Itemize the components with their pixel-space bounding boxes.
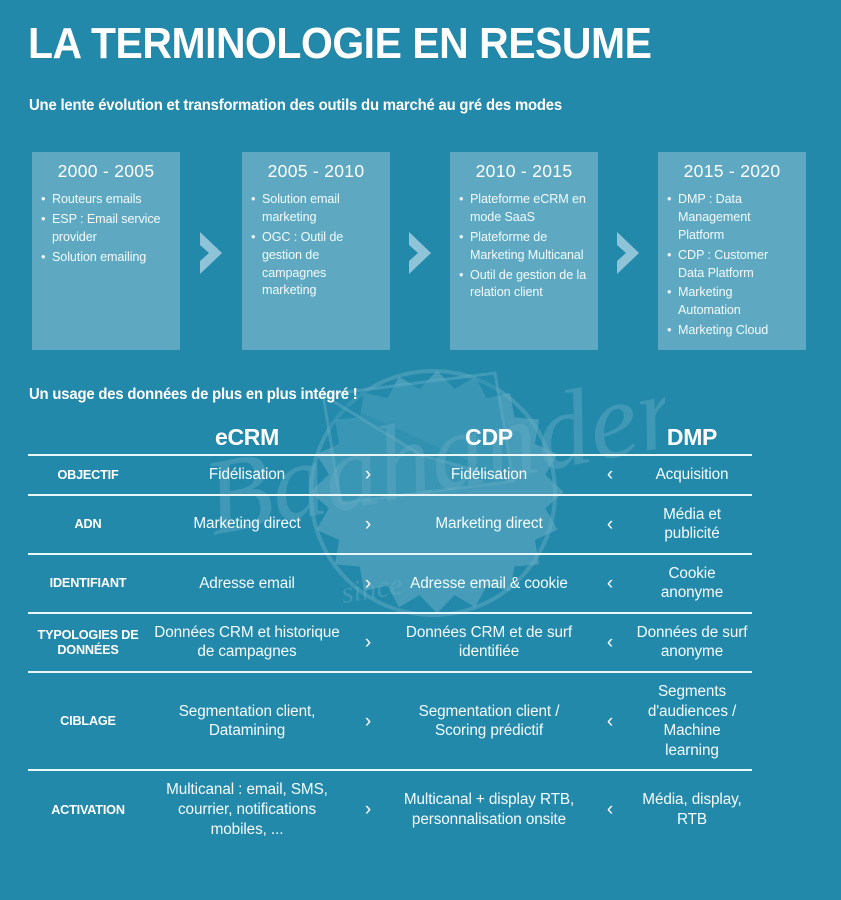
cell-ecrm: Données CRM et historique de campagnes [154,623,340,661]
cell-dmp: Média, display, RTB [642,791,742,828]
chevron-right-icon [200,232,222,274]
cell-dmp: Segments d'audiences / Machine learning [647,683,737,759]
row-label: CIBLAGE [60,713,116,729]
era-list-item: DMP : Data Management Platform [667,190,797,245]
timeline-era-2005-2010: 2005 - 2010 Solution email marketing OGC… [242,152,390,350]
era-list-item: OGC : Outil de gestion de campagnes mark… [251,228,381,301]
cell-dmp: Données de surf anonyme [636,623,748,661]
row-label: OBJECTIF [57,466,119,482]
timeline-era-2015-2020: 2015 - 2020 DMP : Data Management Platfo… [658,152,806,350]
cell-ecrm: Fidélisation [208,466,286,483]
chevron-left-icon: ‹ [606,464,614,486]
era-list-item: Plateforme eCRM en mode SaaS [459,190,589,227]
chevron-right-icon: › [364,710,372,732]
era-period-label: 2005 - 2010 [267,161,365,181]
cell-cdp: Marketing direct [435,515,543,533]
era-list-item: Plateforme de Marketing Multicanal [459,228,589,265]
table-row: IDENTIFIANT Adresse email › Adresse emai… [28,555,752,614]
chevron-right-icon: › [364,799,372,821]
table-row: ADN Marketing direct › Marketing direct … [28,496,752,555]
timeline-era-2010-2015: 2010 - 2015 Plateforme eCRM en mode SaaS… [450,152,598,350]
cell-dmp: Cookie anonyme [660,564,724,602]
chevron-right-icon [617,232,639,274]
row-label: ADN [74,516,102,532]
chevron-right-icon: › [364,631,372,653]
era-list-item: Solution emailing [41,248,171,267]
era-list-item: CDP : Customer Data Platform [667,246,797,283]
row-label: ACTIVATION [51,801,125,817]
cell-ecrm: Marketing direct [193,515,301,533]
cell-dmp: Média et publicité [663,505,721,543]
page-title: LA TERMINOLOGIE EN RESUME [28,19,652,68]
timeline: 2000 - 2005 Routeurs emails ESP : Email … [0,152,841,352]
cell-dmp: Acquisition [655,466,729,483]
era-item-list: DMP : Data Management Platform CDP : Cus… [667,190,797,340]
chevron-left-icon: ‹ [606,799,614,821]
era-list-item: ESP : Email service provider [41,210,171,247]
cell-ecrm: Segmentation client, Datamining [178,702,316,740]
chevron-left-icon: ‹ [606,572,614,594]
page-subtitle: Une lente évolution et transformation de… [29,97,562,114]
cell-cdp: Fidélisation [450,466,528,483]
cell-cdp: Adresse email & cookie [410,574,568,592]
era-item-list: Routeurs emails ESP : Email service prov… [41,190,171,267]
column-header-cdp: CDP [465,423,513,450]
chevron-right-icon: › [364,513,372,535]
era-list-item: Marketing Automation [667,283,797,320]
table-row: ACTIVATION Multicanal : email, SMS, cour… [28,771,752,848]
table-row: OBJECTIF Fidélisation › Fidélisation ‹ A… [28,456,752,496]
chevron-left-icon: ‹ [606,710,614,732]
comparison-section-title: Un usage des données de plus en plus int… [29,386,358,403]
cell-cdp: Multicanal + display RTB, personnalisati… [403,791,575,828]
infographic-page: LA TERMINOLOGIE EN RESUME Une lente évol… [0,0,841,900]
era-list-item: Marketing Cloud [667,321,797,340]
row-label: IDENTIFIANT [49,575,127,591]
cell-cdp: Segmentation client / Scoring prédictif [418,702,560,740]
chevron-left-icon: ‹ [606,513,614,535]
chevron-right-icon [409,232,431,274]
era-period-label: 2010 - 2015 [475,161,573,181]
column-header-ecrm: eCRM [215,423,279,450]
timeline-era-2000-2005: 2000 - 2005 Routeurs emails ESP : Email … [32,152,180,350]
chevron-right-icon: › [364,464,372,486]
era-period-label: 2000 - 2005 [57,161,155,181]
era-period-label: 2015 - 2020 [683,161,781,181]
era-list-item: Routeurs emails [41,190,171,209]
era-item-list: Solution email marketing OGC : Outil de … [251,190,381,301]
table-row: CIBLAGE Segmentation client, Datamining … [28,673,752,772]
column-header-dmp: DMP [666,423,718,450]
comparison-table: eCRM CDP DMP OBJECTIF Fidélisation › Fid… [28,420,752,848]
table-header-row: eCRM CDP DMP [28,420,752,456]
cell-ecrm: Multicanal : email, SMS, courrier, notif… [166,781,328,838]
cell-cdp: Données CRM et de surf identifiée [405,623,573,661]
row-label: TYPOLOGIES DE DONNÉES [37,626,139,658]
chevron-right-icon: › [364,572,372,594]
cell-ecrm: Adresse email [199,574,295,592]
table-row: TYPOLOGIES DE DONNÉES Données CRM et his… [28,614,752,674]
era-item-list: Plateforme eCRM en mode SaaS Plateforme … [459,190,589,303]
era-list-item: Solution email marketing [251,190,381,227]
era-list-item: Outil de gestion de la relation client [459,266,589,303]
chevron-left-icon: ‹ [606,631,614,653]
